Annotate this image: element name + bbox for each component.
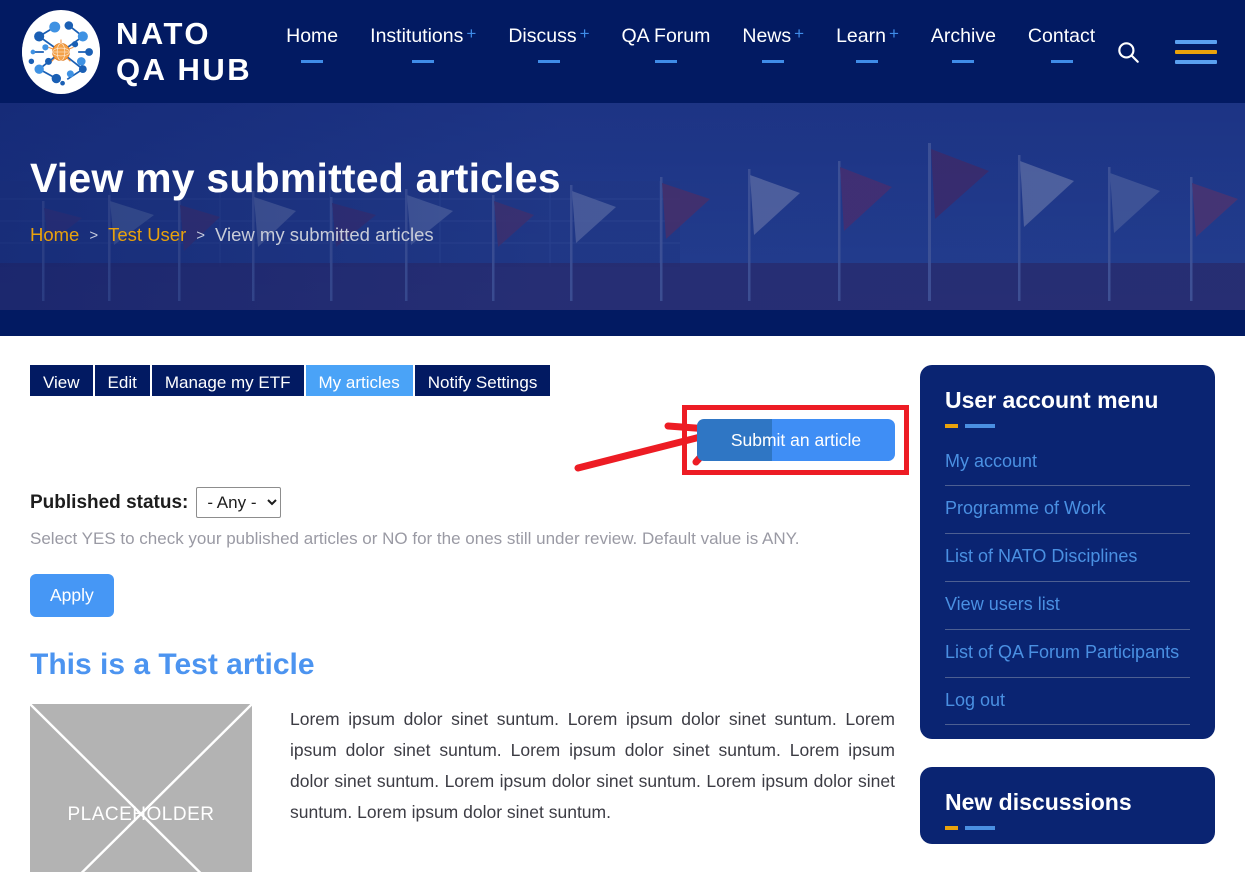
tab-manage-my-etf[interactable]: Manage my ETF [151,365,306,396]
user-account-menu-list: My account Programme of Work List of NAT… [945,439,1190,726]
tab-view[interactable]: View [30,365,95,396]
site-logo[interactable]: NATO QA HUB [22,9,252,94]
sidebar-item-my-account[interactable]: My account [945,439,1190,487]
nav-active-underline [654,59,677,63]
nav-active-underline [412,59,435,63]
placeholder-label: PLACEHOLDER [67,804,215,825]
account-tabs: View Edit Manage my ETF My articles Noti… [30,365,551,396]
sidebar-item-list-of-nato-disciplines[interactable]: List of NATO Disciplines [945,534,1190,582]
page-title: View my submitted articles [30,155,561,201]
accent-dash-blue [965,424,995,428]
article-placeholder-image: PLACEHOLDER [30,704,252,872]
nav-label: Discuss [508,24,577,47]
breadcrumb-separator: > [196,226,206,244]
expand-plus-icon[interactable]: + [794,24,804,43]
nav-label: Contact [1027,24,1096,47]
hero-bottom-band [0,310,1245,336]
nav-label: QA Forum [621,24,711,47]
sidebar-item-list-of-qa-forum-participants[interactable]: List of QA Forum Participants [945,630,1190,678]
nav-active-underline [1050,59,1073,63]
nav-item-discuss[interactable]: Discuss + [492,21,605,63]
brand-line-1: NATO [116,16,211,51]
breadcrumb-separator: > [89,226,99,244]
accent-dash-blue [965,826,995,830]
expand-plus-icon[interactable]: + [580,24,590,43]
expand-plus-icon[interactable]: + [889,24,899,43]
nav-active-underline [537,59,560,63]
accent-dash-orange [945,424,958,428]
page-body: View Edit Manage my ETF My articles Noti… [0,336,1245,872]
article-title-link[interactable]: This is a Test article [30,648,920,682]
hamburger-bar-bottom [1175,59,1218,64]
nav-utilities [1115,34,1245,70]
tab-edit[interactable]: Edit [94,365,152,396]
network-nodes-globe-logo-icon [22,9,100,94]
nav-label: Archive [930,24,996,47]
breadcrumb: Home > Test User > View my submitted art… [30,224,1245,246]
published-status-label: Published status: [30,491,189,513]
published-status-filter: Published status: - Any - Yes No [30,487,920,518]
brand-wordmark: NATO QA HUB [116,18,252,85]
user-account-menu-card: User account menu My account Programme o… [920,365,1215,740]
sidebar-item-log-out[interactable]: Log out [945,678,1190,726]
nav-item-learn[interactable]: Learn + [820,21,915,63]
nav-item-contact[interactable]: Contact [1012,21,1111,63]
main-menu: Home Institutions + Discuss + QA Forum N… [270,21,1111,83]
breadcrumb-current: View my submitted articles [215,224,434,245]
article-excerpt: Lorem ipsum dolor sinet suntum. Lorem ip… [290,709,895,823]
nav-item-home[interactable]: Home [270,21,354,63]
nav-item-archive[interactable]: Archive [915,21,1012,63]
main-content: View Edit Manage my ETF My articles Noti… [0,336,920,872]
title-accent-rule [945,826,1190,830]
filter-help-text: Select YES to check your published artic… [30,529,800,548]
nav-active-underline [952,59,975,63]
nav-label: News [742,24,792,47]
hamburger-bar-top [1175,39,1218,44]
title-accent-rule [945,424,1190,428]
nav-active-underline [762,59,785,63]
submit-an-article-button[interactable]: Submit an article [697,419,895,461]
tab-my-articles[interactable]: My articles [305,365,415,396]
hamburger-menu-icon[interactable] [1175,34,1218,70]
new-discussions-title: New discussions [945,789,1132,816]
sidebar-item-programme-of-work[interactable]: Programme of Work [945,486,1190,535]
nav-label: Learn [836,24,886,47]
expand-plus-icon[interactable]: + [466,24,476,43]
sidebar-item-view-users-list[interactable]: View users list [945,582,1190,630]
breadcrumb-home[interactable]: Home [30,224,79,246]
nav-label: Institutions [370,24,464,47]
user-account-menu-title: User account menu [945,387,1159,413]
search-icon[interactable] [1115,39,1141,65]
hamburger-bar-middle [1175,49,1218,54]
tab-notify-settings[interactable]: Notify Settings [414,365,551,396]
article-body: PLACEHOLDER Lorem ipsum dolor sinet sunt… [30,704,920,872]
new-discussions-card: New discussions [920,767,1215,844]
top-navigation-bar: NATO QA HUB Home Institutions + Discuss … [0,0,1245,103]
nav-active-underline [856,59,879,63]
nav-active-underline [301,59,324,63]
sidebar: User account menu My account Programme o… [920,336,1245,872]
accent-dash-orange [945,826,958,830]
published-status-select[interactable]: - Any - Yes No [196,487,282,518]
nav-item-qa-forum[interactable]: QA Forum [606,21,727,63]
submit-article-row: Submit an article [30,396,920,482]
page-hero-banner: View my submitted articles Home > Test U… [0,103,1245,310]
nav-label: Home [286,24,339,47]
breadcrumb-user[interactable]: Test User [108,224,186,246]
nav-item-news[interactable]: News + [726,21,820,63]
nav-item-institutions[interactable]: Institutions + [354,21,492,63]
apply-button[interactable]: Apply [30,574,114,617]
placeholder-cross-icon [30,704,252,872]
brand-line-2: QA HUB [116,52,253,87]
